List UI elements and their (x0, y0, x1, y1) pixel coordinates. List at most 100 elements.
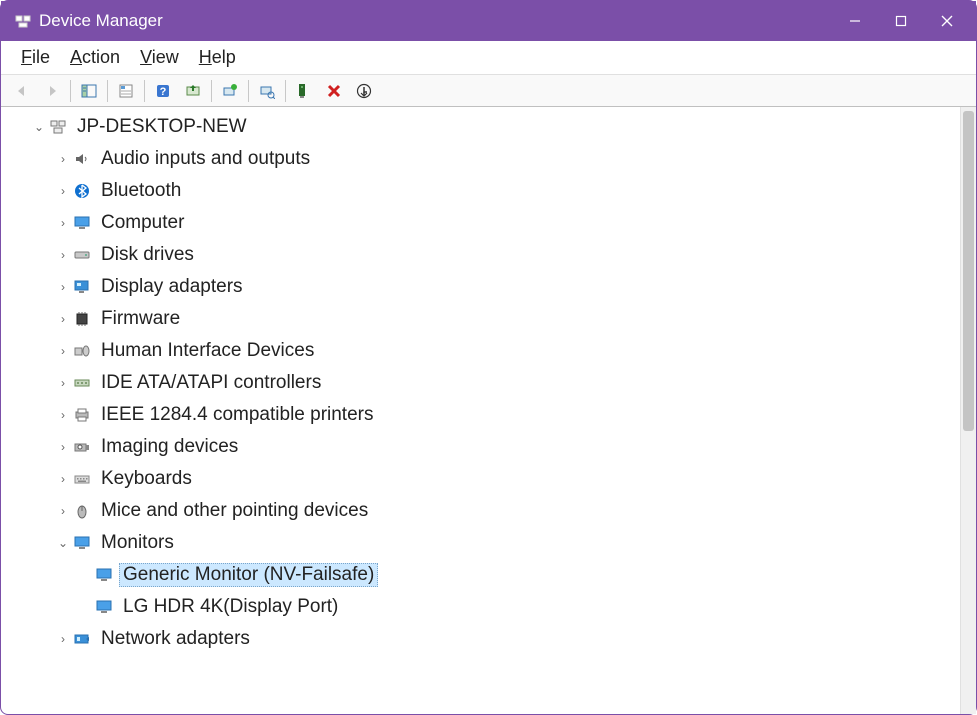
tree-item-firmware[interactable]: › Firmware (9, 303, 960, 335)
scrollbar-thumb[interactable] (963, 111, 974, 431)
menu-view[interactable]: View (130, 43, 189, 72)
toolbar-separator (285, 80, 286, 102)
hid-icon (73, 342, 91, 360)
toolbar-scan-button[interactable] (252, 78, 282, 104)
toolbar-separator (248, 80, 249, 102)
toolbar-update-driver-button[interactable] (178, 78, 208, 104)
tree-item-label: Disk drives (97, 243, 198, 267)
expand-icon[interactable]: › (55, 248, 71, 262)
collapse-icon[interactable]: ⌄ (31, 120, 47, 134)
expand-icon[interactable]: › (55, 504, 71, 518)
expand-icon[interactable]: › (55, 440, 71, 454)
tree-item-disk[interactable]: › Disk drives (9, 239, 960, 271)
toolbar-separator (211, 80, 212, 102)
tree-item-printer[interactable]: › IEEE 1284.4 compatible printers (9, 399, 960, 431)
tree-item-hid[interactable]: › Human Interface Devices (9, 335, 960, 367)
tree-item-display[interactable]: › Display adapters (9, 271, 960, 303)
tree-item-imaging[interactable]: › Imaging devices (9, 431, 960, 463)
tree-item-label: Network adapters (97, 627, 254, 651)
toolbar-disable-button[interactable] (319, 78, 349, 104)
computer-root-icon (49, 118, 67, 136)
tree-item-label: Imaging devices (97, 435, 242, 459)
menu-action[interactable]: Action (60, 43, 130, 72)
tree-item-network[interactable]: › Network adapters (9, 623, 960, 655)
monitor-icon (95, 566, 113, 584)
toolbar: ? (1, 75, 976, 107)
toolbar-help-button[interactable]: ? (148, 78, 178, 104)
speaker-icon (73, 150, 91, 168)
tree-item-label: Firmware (97, 307, 184, 331)
close-button[interactable] (924, 1, 970, 41)
tree-item-label: IDE ATA/ATAPI controllers (97, 371, 325, 395)
mouse-icon (73, 502, 91, 520)
app-icon (15, 13, 31, 29)
expand-icon[interactable]: › (55, 408, 71, 422)
svg-text:?: ? (160, 86, 167, 98)
menubar: FFile Action View Help (1, 41, 976, 75)
network-icon (73, 630, 91, 648)
expand-icon[interactable]: › (55, 152, 71, 166)
tree-item-label: Audio inputs and outputs (97, 147, 314, 171)
expand-icon[interactable]: › (55, 184, 71, 198)
printer-icon (73, 406, 91, 424)
device-tree[interactable]: ⌄ JP-DESKTOP-NEW › Audio inputs and outp… (1, 107, 960, 714)
monitor-icon (73, 534, 91, 552)
tree-root-node[interactable]: ⌄ JP-DESKTOP-NEW (9, 111, 960, 143)
tree-item-computer[interactable]: › Computer (9, 207, 960, 239)
toolbar-separator (144, 80, 145, 102)
tree-item-label: Monitors (97, 531, 178, 555)
titlebar: Device Manager (1, 1, 976, 41)
collapse-icon[interactable]: ⌄ (55, 536, 71, 550)
tree-item-label: Bluetooth (97, 179, 185, 203)
chip-icon (73, 310, 91, 328)
expand-icon[interactable]: › (55, 216, 71, 230)
expand-icon[interactable]: › (55, 376, 71, 390)
tree-item-monitors[interactable]: ⌄ Monitors (9, 527, 960, 559)
disk-icon (73, 246, 91, 264)
tree-child-label: LG HDR 4K(Display Port) (119, 595, 342, 619)
expand-icon[interactable]: › (55, 472, 71, 486)
expand-icon[interactable]: › (55, 280, 71, 294)
tree-item-bluetooth[interactable]: › Bluetooth (9, 175, 960, 207)
bluetooth-icon (73, 182, 91, 200)
toolbar-enable-button[interactable] (349, 78, 379, 104)
display-adapter-icon (73, 278, 91, 296)
tree-item-keyboards[interactable]: › Keyboards (9, 463, 960, 495)
toolbar-uninstall-button[interactable] (215, 78, 245, 104)
ide-icon (73, 374, 91, 392)
tree-item-ide[interactable]: › IDE ATA/ATAPI controllers (9, 367, 960, 399)
toolbar-separator (70, 80, 71, 102)
tree-item-label: IEEE 1284.4 compatible printers (97, 403, 378, 427)
tree-item-label: Human Interface Devices (97, 339, 318, 363)
tree-item-label: Display adapters (97, 275, 247, 299)
toolbar-properties-button[interactable] (111, 78, 141, 104)
tree-item-mice[interactable]: › Mice and other pointing devices (9, 495, 960, 527)
tree-item-label: Keyboards (97, 467, 196, 491)
minimize-button[interactable] (832, 1, 878, 41)
menu-file[interactable]: FFile (11, 43, 60, 72)
menu-help[interactable]: Help (189, 43, 246, 72)
expand-icon[interactable]: › (55, 312, 71, 326)
tree-child-monitor-generic[interactable]: Generic Monitor (NV-Failsafe) (9, 559, 960, 591)
keyboard-icon (73, 470, 91, 488)
toolbar-back-button[interactable] (7, 78, 37, 104)
tree-child-monitor-lg[interactable]: LG HDR 4K(Display Port) (9, 591, 960, 623)
tree-item-audio[interactable]: › Audio inputs and outputs (9, 143, 960, 175)
client-area: ⌄ JP-DESKTOP-NEW › Audio inputs and outp… (1, 107, 976, 714)
toolbar-separator (107, 80, 108, 102)
monitor-icon (73, 214, 91, 232)
toolbar-forward-button[interactable] (37, 78, 67, 104)
expand-icon[interactable]: › (55, 632, 71, 646)
window-title: Device Manager (39, 11, 832, 31)
maximize-button[interactable] (878, 1, 924, 41)
expand-icon[interactable]: › (55, 344, 71, 358)
monitor-icon (95, 598, 113, 616)
toolbar-add-legacy-button[interactable] (289, 78, 319, 104)
tree-child-label: Generic Monitor (NV-Failsafe) (119, 563, 378, 587)
camera-icon (73, 438, 91, 456)
tree-item-label: Computer (97, 211, 188, 235)
toolbar-console-tree-button[interactable] (74, 78, 104, 104)
tree-item-label: Mice and other pointing devices (97, 499, 372, 523)
vertical-scrollbar[interactable] (960, 107, 976, 714)
tree-root-label: JP-DESKTOP-NEW (73, 115, 251, 139)
